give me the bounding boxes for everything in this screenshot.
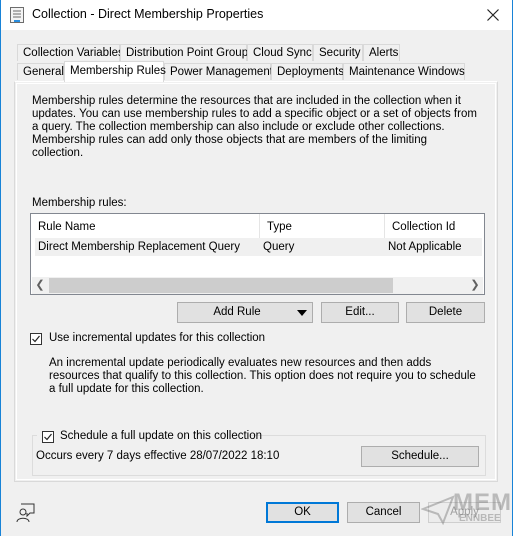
horizontal-scrollbar[interactable]: ❮ ❯: [32, 277, 483, 294]
cancel-button[interactable]: Cancel: [347, 502, 420, 523]
user-feedback-icon[interactable]: [15, 503, 37, 523]
tab-collection-variables[interactable]: Collection Variables: [17, 44, 124, 61]
tab-label: Alerts: [369, 47, 399, 59]
schedule-description: Occurs every 7 days effective 28/07/2022…: [36, 450, 280, 462]
properties-dialog: Collection - Direct Membership Propertie…: [0, 0, 513, 536]
tab-deployments[interactable]: Deployments: [271, 63, 345, 80]
tab-cloud-sync[interactable]: Cloud Sync: [247, 44, 313, 61]
incremental-updates-label[interactable]: Use incremental updates for this collect…: [49, 332, 265, 344]
tab-maintenance-windows[interactable]: Maintenance Windows: [343, 63, 465, 80]
tab-label: Maintenance Windows: [349, 66, 465, 78]
dropdown-arrow-icon[interactable]: [297, 310, 307, 316]
column-label: Rule Name: [38, 221, 96, 233]
apply-button[interactable]: Apply: [428, 502, 501, 523]
incremental-updates-checkbox[interactable]: [30, 333, 42, 345]
ok-button[interactable]: OK: [266, 502, 339, 523]
tab-label: Power Management: [170, 66, 273, 78]
tab-label: Deployments: [277, 66, 345, 78]
tab-label: Membership Rules: [70, 65, 166, 77]
add-rule-label: Add Rule: [213, 306, 261, 318]
column-header-rule-name[interactable]: Rule Name: [31, 214, 260, 238]
column-header-type[interactable]: Type: [260, 214, 385, 238]
table-row[interactable]: Direct Membership Replacement Query Quer…: [35, 238, 482, 256]
column-header-collection-id[interactable]: Collection Id: [385, 214, 484, 238]
membership-rules-list[interactable]: Rule Name Type Collection Id Direct Memb…: [30, 213, 485, 295]
tab-distribution-point-groups[interactable]: Distribution Point Groups: [120, 44, 254, 61]
checkmark-icon: [32, 335, 40, 343]
cell-rule-name: Direct Membership Replacement Query: [38, 241, 240, 253]
scrollbar-thumb[interactable]: [49, 278, 393, 293]
tab-label: Security: [319, 47, 361, 59]
tab-row-front: General Membership Rules Power Managemen…: [17, 61, 487, 82]
tab-label: General: [23, 66, 64, 78]
tab-label: Distribution Point Groups: [126, 47, 254, 59]
window-title: Collection - Direct Membership Propertie…: [32, 7, 264, 21]
add-rule-button[interactable]: Add Rule: [177, 302, 313, 323]
tab-security[interactable]: Security: [313, 44, 363, 61]
cell-collection-id: Not Applicable: [388, 241, 462, 253]
tab-membership-rules[interactable]: Membership Rules: [64, 61, 166, 82]
scroll-left-arrow-icon[interactable]: ❮: [32, 277, 48, 294]
title-bar: Collection - Direct Membership Propertie…: [1, 0, 512, 30]
tab-alerts[interactable]: Alerts: [363, 44, 400, 61]
membership-rules-label: Membership rules:: [32, 197, 127, 209]
checkmark-icon: [44, 433, 52, 441]
full-update-label[interactable]: Schedule a full update on this collectio…: [60, 430, 262, 442]
cell-type: Query: [263, 241, 295, 253]
incremental-updates-description: An incremental update periodically evalu…: [49, 357, 476, 395]
column-label: Collection Id: [392, 221, 456, 233]
column-label: Type: [267, 221, 292, 233]
membership-description: Membership rules determine the resources…: [32, 95, 477, 159]
schedule-button[interactable]: Schedule...: [361, 446, 479, 467]
tab-label: Cloud Sync: [253, 47, 312, 59]
edit-button[interactable]: Edit...: [321, 302, 399, 323]
tab-row-back: Collection Variables Distribution Point …: [17, 44, 437, 62]
tab-general[interactable]: General: [17, 63, 64, 80]
scroll-right-arrow-icon[interactable]: ❯: [467, 277, 483, 294]
tab-label: Collection Variables: [23, 47, 124, 59]
close-button[interactable]: [480, 3, 506, 27]
tab-power-management[interactable]: Power Management: [164, 63, 273, 80]
delete-button[interactable]: Delete: [406, 302, 485, 323]
close-icon: [487, 9, 499, 21]
properties-window-icon: [10, 7, 24, 23]
full-update-checkbox[interactable]: [42, 431, 54, 443]
